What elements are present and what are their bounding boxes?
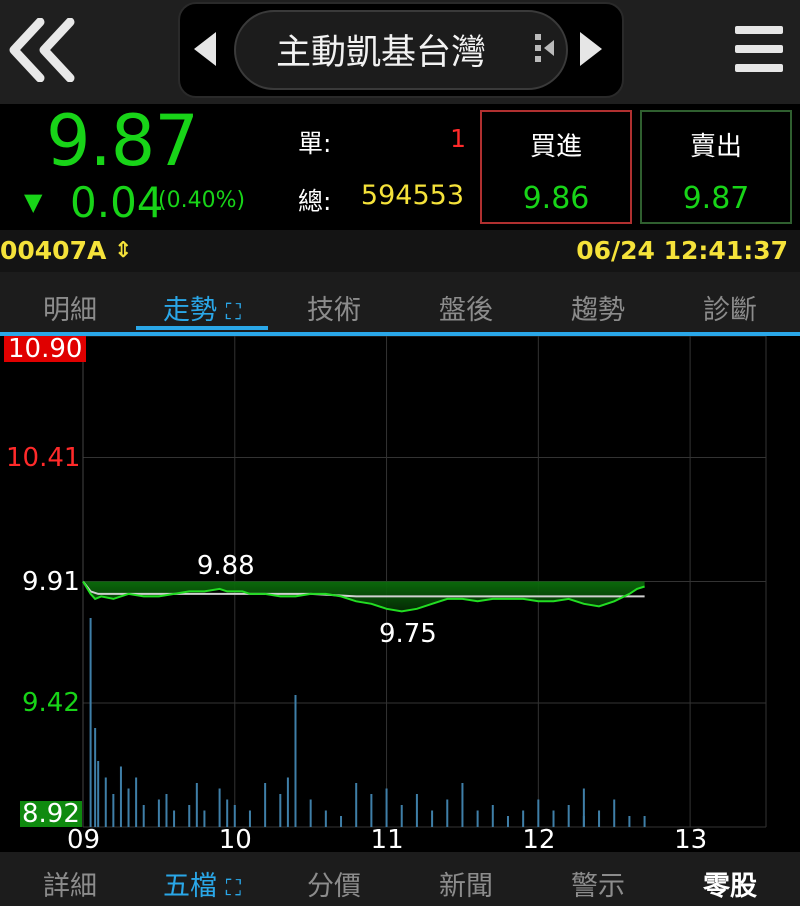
double-chevron-left-icon[interactable] [6,18,82,82]
sell-label: 賣出 [689,132,742,162]
x-tick-label: 09 [67,825,101,855]
volume-bar [309,799,312,827]
tab-trend[interactable]: 走勢 ⛶ [136,288,268,327]
quote-datetime: 06/24 12:41:37 [576,236,788,265]
y-tick-label: 9.91 [22,566,80,597]
hamburger-menu-icon[interactable] [735,26,783,76]
tab-technical[interactable]: 技術 [268,288,400,327]
volume-bar [173,810,176,827]
volume-bar [89,618,92,827]
volume-bar [628,816,631,827]
volume-bar [491,805,494,827]
tab-details[interactable]: 明細 [4,288,136,327]
triangle-left-icon[interactable] [192,30,218,68]
volume-bar [385,788,388,827]
volume-bar [340,816,343,827]
volume-bar [97,761,100,827]
volume-bar [567,805,570,827]
volume-bar [203,810,206,827]
low-price-label: 9.75 [378,619,437,650]
volume-bar [188,805,191,827]
tab-news[interactable]: 新聞 [400,864,532,903]
volume-bar [127,788,130,827]
volume-bar [537,799,540,827]
volume-bar [135,777,138,827]
down-triangle-icon: ▼ [24,188,43,216]
x-tick-label: 12 [522,825,556,855]
stock-title: 主動凱基台灣 [275,33,486,73]
volume-bar [324,810,327,827]
volume-bar [370,794,373,827]
y-tick-label: 8.92 [20,799,82,829]
sell-price: 9.87 [682,181,750,216]
volume-bar [279,794,282,827]
volume-bar [226,799,229,827]
volume-bar [94,728,97,827]
sell-button[interactable]: 賣出 9.87 [640,110,792,224]
volume-bar [294,695,297,827]
x-tick-label: 10 [218,825,252,855]
y-tick-label: 9.42 [22,688,80,718]
single-volume-label: 單: [298,129,332,158]
triangle-right-icon[interactable] [578,30,604,68]
volume-bar [598,810,601,827]
tab-trends[interactable]: 趨勢 [532,288,664,327]
buy-price: 9.86 [522,181,590,216]
volume-bar [506,816,509,827]
tab-detail[interactable]: 詳細 [4,864,136,903]
bottom-tab-bar: 詳細 五檔 ⛶ 分價 新聞 警示 零股 [0,852,800,906]
volume-bar [195,783,198,827]
chart-tab-bar: 明細 走勢 ⛶ 技術 盤後 趨勢 診斷 [0,272,800,336]
price-change-percent: (0.40%) [158,188,246,213]
chart-svg [82,335,767,828]
swap-arrows-icon[interactable] [532,34,556,68]
volume-bar [165,794,168,827]
single-volume: 1 [450,124,466,153]
x-tick-label: 11 [370,825,404,855]
volume-bar [142,805,145,827]
active-tab-indicator [136,326,268,330]
volume-bar [582,788,585,827]
volume-bar [461,783,464,827]
volume-bar [104,777,107,827]
tab-diagnosis[interactable]: 診斷 [664,288,796,327]
tab-after-hours[interactable]: 盤後 [400,288,532,327]
volume-bar [613,799,616,827]
total-volume-label: 總: [298,187,332,216]
tab-alerts[interactable]: 警示 [532,864,664,903]
y-tick-label: 10.41 [6,442,81,473]
intraday-chart[interactable]: 10.90 10.41 9.91 9.42 8.92 09 10 11 12 13 9.88 9.75 [0,335,800,855]
tab-five-levels[interactable]: 五檔 ⛶ [136,864,268,903]
volume-bar [400,805,403,827]
volume-bar [119,766,122,827]
last-price: 9.87 [46,100,199,182]
volume-bar [431,810,434,827]
expand-icon[interactable]: ⛶ [226,300,241,325]
tab-odd-lot[interactable]: 零股 [664,864,796,903]
expand-icon[interactable]: ⛶ [226,876,241,901]
volume-bar [286,777,289,827]
volume-bar [264,783,267,827]
buy-label: 買進 [529,132,582,162]
volume-bar [355,783,358,827]
stock-code: 00407A [0,236,107,265]
high-price-label: 9.88 [196,550,255,581]
x-tick-label: 13 [674,825,708,855]
volume-bar [157,799,160,827]
volume-bar [446,799,449,827]
volume-bar [112,794,115,827]
sort-arrows-icon[interactable]: ⇕ [114,238,132,263]
tab-price-distribution[interactable]: 分價 [268,864,400,903]
y-tick-label: 10.90 [4,336,87,362]
volume-bar [643,816,646,827]
volume-bar [233,805,236,827]
price-change: 0.04 [70,178,164,227]
total-volume: 594553 [360,180,464,211]
volume-bar [218,788,221,827]
buy-button[interactable]: 買進 9.86 [480,110,632,224]
volume-bar [476,810,479,827]
volume-bar [415,794,418,827]
